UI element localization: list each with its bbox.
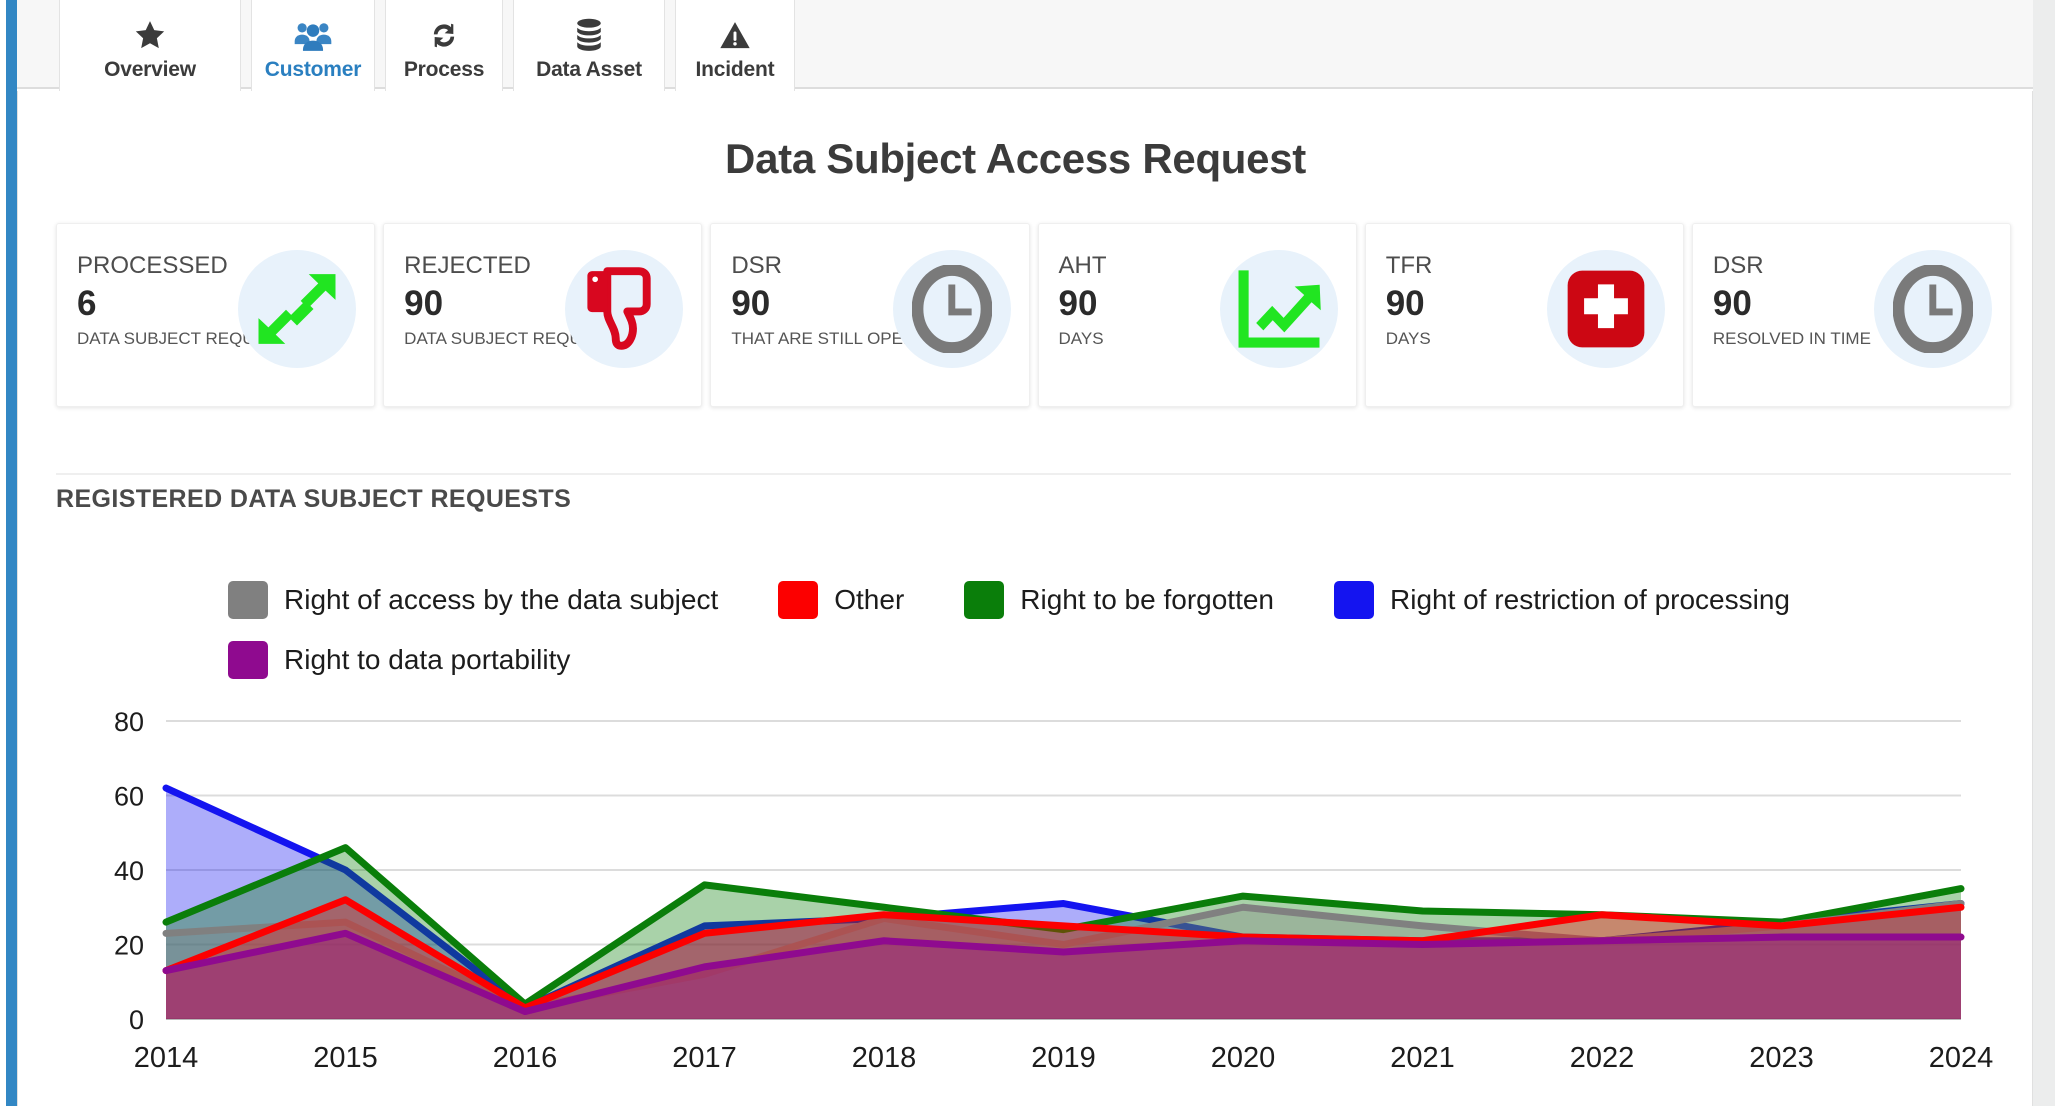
thumbs-down-icon	[565, 250, 684, 368]
clock-icon	[892, 250, 1011, 368]
legend-item[interactable]: Right of access by the data subject	[228, 581, 718, 619]
dashboard-root: Overview Customer Process Data Asset Inciden…	[0, 0, 2055, 1106]
legend-label: Right to data portability	[284, 644, 571, 675]
tab-process[interactable]: Process	[385, 0, 503, 91]
x-axis-tick-label: 2021	[1390, 1042, 1455, 1074]
vertical-scrollbar[interactable]	[2033, 0, 2055, 1106]
x-axis-tick-label: 2015	[313, 1042, 378, 1074]
tab-label: Customer	[264, 57, 362, 81]
left-accent-bar	[6, 0, 17, 1106]
legend-swatch-icon	[228, 641, 268, 679]
kpi-subtitle: DAYS	[1385, 329, 1431, 349]
kpi-card[interactable]: TFR 90 DAYS	[1364, 223, 1684, 407]
x-axis-tick-label: 2017	[672, 1042, 737, 1074]
kpi-subtitle: RESOLVED IN TIME	[1712, 329, 1871, 349]
y-axis-tick-label: 0	[129, 1005, 144, 1035]
tab-data-asset[interactable]: Data Asset	[513, 0, 665, 91]
kpi-subtitle: THAT ARE STILL OPENED	[731, 329, 906, 349]
x-axis-tick-label: 2014	[134, 1042, 199, 1074]
refresh-icon	[428, 12, 460, 52]
y-axis-tick-label: 60	[114, 782, 144, 812]
x-axis-tick-label: 2022	[1570, 1042, 1635, 1074]
legend-item[interactable]: Right of restriction of processing	[1334, 581, 1790, 619]
clock-icon	[1874, 250, 1993, 368]
chart-section-heading: REGISTERED DATA SUBJECT REQUESTS	[56, 485, 572, 513]
x-axis-tick-label: 2016	[493, 1042, 558, 1074]
kpi-subtitle: DATA SUBJECT REQUESTS	[404, 329, 580, 349]
legend-swatch-icon	[964, 581, 1005, 619]
chart-svg: 0 20 40 60 80 2014 2015 2016 2017 2018 2019 2020 202…	[114, 707, 1994, 1074]
kpi-card-row: PROCESSED6DATA SUBJECT REQUESTSREJECTED9…	[56, 223, 2012, 407]
content-panel: Data Subject Access Request PROCESSED 6 DA…	[17, 91, 2033, 1106]
kpi-card[interactable]: DSR 90 RESOLVED IN TIME	[1691, 223, 2012, 407]
tab-label: Overview	[104, 57, 196, 81]
kpi-card[interactable]: PROCESSED6DATA SUBJECT REQUESTS	[56, 223, 376, 407]
legend-swatch-icon	[778, 581, 819, 619]
tab-label: Data Asset	[536, 57, 642, 81]
kpi-card[interactable]: AHT 90 DAYS	[1037, 223, 1357, 407]
tab-incident[interactable]: Incident	[675, 0, 795, 91]
kpi-subtitle: DATA SUBJECT REQUESTS	[77, 329, 252, 349]
tab-label: Process	[403, 57, 485, 81]
shrink-arrows-icon	[238, 250, 357, 368]
y-axis-tick-label: 40	[114, 856, 144, 886]
database-icon	[573, 12, 605, 52]
legend-item[interactable]: Right to data portability	[228, 641, 570, 679]
tab-label: Incident	[695, 57, 775, 81]
legend-label: Right of access by the data subject	[284, 584, 719, 615]
y-axis-tick-label: 80	[114, 707, 144, 737]
warning-icon	[719, 12, 751, 52]
legend-item[interactable]: Right to be forgotten	[964, 581, 1274, 619]
section-divider	[56, 473, 2011, 475]
legend-label: Right to be forgotten	[1020, 584, 1275, 615]
users-icon	[294, 12, 332, 52]
kpi-title: TFR	[1385, 252, 1433, 279]
x-axis-tick-label: 2019	[1031, 1042, 1096, 1074]
kpi-card[interactable]: DSR90THAT ARE STILL OPENED	[710, 223, 1030, 407]
star-icon	[133, 12, 167, 52]
kpi-title: DSR	[731, 252, 783, 279]
scrollbar-thumb[interactable]	[2036, 0, 2052, 1106]
legend-label: Right of restriction of processing	[1390, 584, 1790, 615]
trend-up-chart-icon	[1219, 250, 1338, 368]
kpi-subtitle: DAYS	[1058, 329, 1104, 349]
legend-item[interactable]: Other	[778, 581, 904, 619]
page-title: Data Subject Access Request	[725, 135, 1306, 182]
kpi-card[interactable]: REJECTED90DATA SUBJECT REQUESTS	[383, 223, 703, 407]
registered-requests-area-chart: 0 20 40 60 80 2014 2015 2016 2017 2018 2019 2020 202…	[56, 699, 2011, 1099]
chart-legend: Right of access by the data subject Other…	[228, 581, 1968, 679]
legend-swatch-icon	[228, 581, 268, 619]
kpi-title: AHT	[1058, 252, 1107, 279]
x-axis-tick-label: 2018	[852, 1042, 917, 1074]
tab-customer[interactable]: Customer	[251, 0, 375, 91]
legend-label: Other	[834, 584, 905, 615]
x-axis-tick-label: 2020	[1211, 1042, 1276, 1074]
medical-cross-icon	[1546, 250, 1665, 368]
legend-swatch-icon	[1334, 581, 1375, 619]
tab-overview[interactable]: Overview	[59, 0, 241, 91]
y-axis-tick-label: 20	[114, 931, 144, 961]
tab-strip: Overview Customer Process Data Asset Inciden…	[17, 0, 2033, 91]
x-axis-tick-label: 2024	[1929, 1042, 1994, 1074]
x-axis-tick-label: 2023	[1749, 1042, 1814, 1074]
